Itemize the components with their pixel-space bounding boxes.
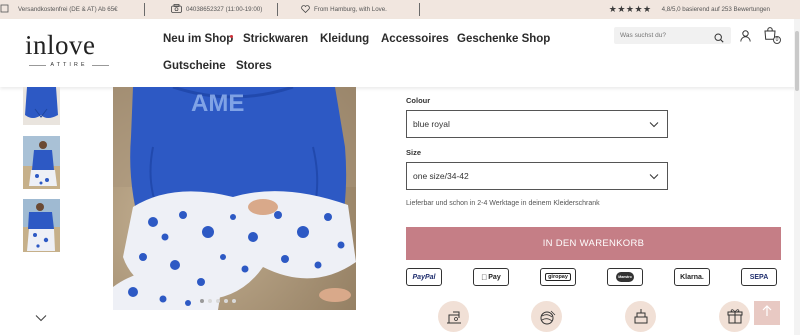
heart-icon — [301, 4, 310, 15]
chevron-down-icon — [649, 120, 659, 130]
feature-yarn-icon — [531, 301, 562, 332]
svg-text:AME: AME — [191, 90, 244, 117]
giropay-logo: giropay — [540, 268, 576, 286]
site-header: inlove ATTIRE Neu im Shop Strickwaren Kl… — [0, 19, 800, 87]
search-input[interactable] — [614, 32, 704, 39]
nav-item-gutscheine[interactable]: Gutscheine — [163, 60, 226, 72]
phone-text: 04038652327 (11:00-19:00) — [186, 6, 263, 13]
checkbox-icon — [0, 4, 9, 15]
nav-item-accessoires[interactable]: Accessoires — [381, 33, 449, 45]
apple-pay-logo: Pay — [473, 268, 509, 286]
thumbnail-3[interactable] — [23, 199, 60, 252]
phone-info[interactable]: 04038652327 (11:00-19:00) — [171, 0, 262, 19]
colour-value: blue royal — [413, 119, 450, 129]
divider — [144, 3, 145, 16]
chevron-down-icon — [649, 172, 659, 182]
logo-word: inlove — [25, 30, 96, 60]
colour-label: Colour — [406, 96, 431, 105]
origin-text: From Hamburg, with Love. — [314, 6, 387, 13]
back-to-top-button[interactable] — [754, 301, 780, 325]
thumbnail-2[interactable] — [23, 136, 60, 189]
logo[interactable]: inlove ATTIRE — [25, 31, 113, 71]
star-rating: ★★★★★ — [608, 4, 652, 14]
maestro-logo: Maestro — [607, 268, 643, 286]
search-icon[interactable] — [714, 30, 724, 48]
sepa-logo: SEPA — [741, 268, 777, 286]
shipping-info: Versandkostenfrei (DE & AT) Ab 65€ — [0, 0, 118, 19]
paypal-logo: PayPal — [406, 268, 442, 286]
scrollbar-thumb[interactable] — [795, 31, 799, 91]
nav-item-neu-im-shop[interactable]: Neu im Shop — [163, 33, 233, 45]
divider — [277, 3, 278, 16]
feature-cake-icon — [625, 301, 656, 332]
size-label: Size — [406, 148, 422, 157]
nav-item-stores[interactable]: Stores — [236, 60, 272, 72]
feature-gift-icon — [719, 301, 750, 332]
size-value: one size/34-42 — [413, 171, 469, 181]
carousel-dot[interactable] — [216, 299, 220, 303]
origin-info: From Hamburg, with Love. — [301, 0, 387, 19]
carousel-dot[interactable] — [224, 299, 228, 303]
nav-item-strickwaren[interactable]: Strickwaren — [243, 33, 308, 45]
feature-sewing-icon — [438, 301, 469, 332]
delivery-info: Lieferbar und schon in 2-4 Werktage in d… — [406, 200, 600, 207]
carousel-dot[interactable] — [200, 299, 204, 303]
user-icon[interactable] — [740, 29, 751, 47]
thumbnail-1[interactable] — [23, 87, 60, 125]
arrow-up-icon — [762, 304, 772, 322]
add-to-cart-button[interactable]: IN DEN WARENKORB — [406, 227, 781, 260]
product-main-image[interactable]: AME — [113, 87, 356, 310]
carousel-dot[interactable] — [232, 299, 236, 303]
klarna-logo: Klarna. — [674, 268, 710, 286]
top-info-bar: Versandkostenfrei (DE & AT) Ab 65€ 04038… — [0, 0, 800, 19]
scrollbar[interactable] — [794, 19, 800, 335]
phone-icon — [171, 4, 182, 15]
nav-item-geschenke-shop[interactable]: Geschenke Shop — [457, 33, 550, 45]
rating-summary[interactable]: ★★★★★ 4,8/5,0 basierend auf 253 Bewertun… — [609, 0, 770, 19]
rating-text: 4,8/5,0 basierend auf 253 Bewertungen — [661, 6, 770, 13]
logo-subtitle: ATTIRE — [25, 62, 113, 68]
cart-count-badge: 0 — [773, 36, 781, 44]
nav-item-kleidung[interactable]: Kleidung — [320, 33, 369, 45]
search-bar[interactable] — [614, 27, 731, 44]
chevron-down-icon[interactable] — [35, 309, 47, 327]
colour-select[interactable]: blue royal — [406, 110, 668, 138]
carousel-dot[interactable] — [208, 299, 212, 303]
size-select[interactable]: one size/34-42 — [406, 162, 668, 190]
divider — [419, 3, 420, 16]
carousel-dots — [200, 299, 236, 303]
shipping-text: Versandkostenfrei (DE & AT) Ab 65€ — [18, 6, 118, 13]
new-indicator-dot — [230, 35, 233, 38]
apple-icon:  — [481, 273, 487, 282]
